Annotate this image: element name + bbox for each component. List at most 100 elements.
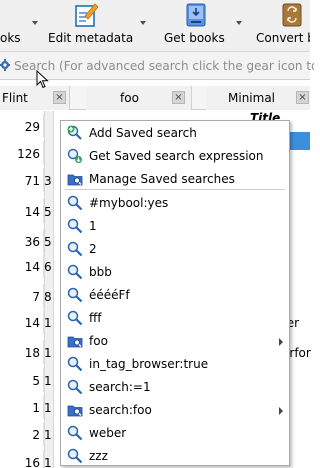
search-icon xyxy=(67,379,83,395)
search-icon xyxy=(67,264,83,280)
manage-saved-searches-icon xyxy=(67,174,83,186)
menu-item-saved-search[interactable]: ééééFf xyxy=(61,284,289,307)
column-header-flint-label: Flint xyxy=(2,91,28,105)
column-header-minimal[interactable]: Minimal × xyxy=(206,86,310,110)
search-icon xyxy=(67,310,83,326)
add-books-dropdown-arrow-icon[interactable] xyxy=(32,21,38,25)
id-cell: 1 xyxy=(44,346,52,360)
search-icon xyxy=(67,241,83,257)
id-cell: 1 xyxy=(44,428,52,442)
count-cell: 36 xyxy=(0,229,44,253)
menu-item-saved-search[interactable]: #mybool:yes xyxy=(61,192,289,215)
count-cell: 5 xyxy=(0,368,44,392)
menu-item-saved-search[interactable]: weber xyxy=(61,422,289,445)
count-cell: 2 xyxy=(0,422,44,446)
menu-separator xyxy=(65,189,285,190)
main-toolbar: oks Edit metadata Get books Convert bo xyxy=(0,0,310,52)
menu-item-label: bbb xyxy=(89,265,112,279)
menu-item-label: foo xyxy=(89,334,108,348)
add-books-label: oks xyxy=(0,31,21,45)
edit-metadata-label: Edit metadata xyxy=(48,31,134,45)
search-icon xyxy=(67,287,83,303)
menu-item-add-saved-search[interactable]: Add Saved search xyxy=(61,122,289,145)
get-books-dropdown-arrow-icon[interactable] xyxy=(236,21,242,25)
menu-item-manage-saved-searches[interactable]: Manage Saved searches xyxy=(61,168,289,191)
menu-item-saved-search[interactable]: bbb xyxy=(61,261,289,284)
search-icon xyxy=(67,356,83,372)
id-cell: 8 xyxy=(44,290,52,304)
search-icon xyxy=(67,218,83,234)
search-icon xyxy=(67,425,83,441)
column-header-minimal-label: Minimal xyxy=(228,91,276,105)
get-books-label: Get books xyxy=(164,31,225,45)
count-cell: 14 xyxy=(0,199,44,223)
submenu-arrow-icon xyxy=(279,407,283,415)
count-cell: 14 xyxy=(0,254,44,278)
count-cell: 14 xyxy=(0,310,44,334)
search-icon xyxy=(67,448,83,464)
menu-item-label: Add Saved search xyxy=(89,126,197,140)
submenu-arrow-icon xyxy=(279,338,283,346)
get-saved-search-icon xyxy=(67,148,82,163)
count-cell: 29 xyxy=(0,114,44,138)
id-cell xyxy=(44,114,54,138)
menu-item-label: search:foo xyxy=(89,403,152,417)
id-cell: 5 xyxy=(44,235,52,249)
count-cell: 18 xyxy=(0,340,44,364)
saved-search-menu: Add Saved search Get Saved search expres… xyxy=(60,120,290,466)
menu-item-label: in_tag_browser:true xyxy=(89,357,209,371)
count-cell: 126 xyxy=(0,141,44,165)
menu-item-label: #mybool:yes xyxy=(89,196,169,210)
close-column-foo-icon[interactable]: × xyxy=(172,91,185,104)
id-cell xyxy=(44,141,54,165)
add-saved-search-icon xyxy=(67,125,82,140)
menu-item-saved-search[interactable]: zzz xyxy=(61,445,289,468)
count-cell: 1 xyxy=(0,395,44,419)
convert-books-icon xyxy=(282,3,302,27)
menu-item-label: fff xyxy=(89,311,102,325)
menu-item-label: weber xyxy=(89,426,127,440)
menu-item-saved-search[interactable]: 1 xyxy=(61,215,289,238)
id-cell: 3 xyxy=(44,174,52,188)
menu-item-saved-search[interactable]: 2 xyxy=(61,238,289,261)
edit-metadata-dropdown-arrow-icon[interactable] xyxy=(140,21,146,25)
close-column-flint-icon[interactable]: × xyxy=(53,91,66,104)
convert-books-button[interactable]: Convert bo xyxy=(256,0,310,52)
column-header-flint[interactable]: Flint × xyxy=(0,86,70,110)
id-cell: 1 xyxy=(44,316,52,330)
menu-item-label: search:=1 xyxy=(89,380,151,394)
menu-item-folder-search-foo[interactable]: search:foo xyxy=(61,399,289,422)
column-header-foo[interactable]: foo × xyxy=(86,86,192,110)
id-cell: 5 xyxy=(44,205,52,219)
menu-item-label: 2 xyxy=(89,242,97,256)
close-column-minimal-icon[interactable]: × xyxy=(296,91,309,104)
gear-icon[interactable] xyxy=(0,58,12,72)
menu-item-saved-search[interactable]: in_tag_browser:true xyxy=(61,353,289,376)
id-cell: 1 xyxy=(44,456,52,468)
count-cell: 16 xyxy=(0,450,44,468)
menu-item-saved-search[interactable]: search:=1 xyxy=(61,376,289,399)
menu-item-label: ééééFf xyxy=(89,288,130,302)
id-cell: 6 xyxy=(44,260,52,274)
add-books-button[interactable]: oks xyxy=(0,0,38,52)
column-header-foo-label: foo xyxy=(120,91,139,105)
menu-item-get-saved-search-expression[interactable]: Get Saved search expression xyxy=(61,145,289,168)
search-input[interactable] xyxy=(14,57,314,75)
id-cell: 1 xyxy=(44,374,52,388)
folder-icon xyxy=(67,336,83,348)
id-cell: 1 xyxy=(44,401,52,415)
mouse-cursor-icon xyxy=(36,70,49,89)
menu-item-label: zzz xyxy=(89,449,108,463)
edit-metadata-button[interactable]: Edit metadata xyxy=(44,0,146,52)
count-cell: 7 xyxy=(0,284,44,308)
folder-icon xyxy=(67,405,83,417)
search-icon xyxy=(67,195,83,211)
get-books-button[interactable]: Get books xyxy=(160,0,242,52)
menu-item-label: Get Saved search expression xyxy=(89,149,264,163)
count-cell: 71 xyxy=(0,168,44,192)
menu-item-folder-foo[interactable]: foo xyxy=(61,330,289,353)
menu-item-saved-search[interactable]: fff xyxy=(61,307,289,330)
edit-metadata-icon xyxy=(75,3,98,27)
menu-item-label: 1 xyxy=(89,219,97,233)
menu-item-label: Manage Saved searches xyxy=(89,172,235,186)
